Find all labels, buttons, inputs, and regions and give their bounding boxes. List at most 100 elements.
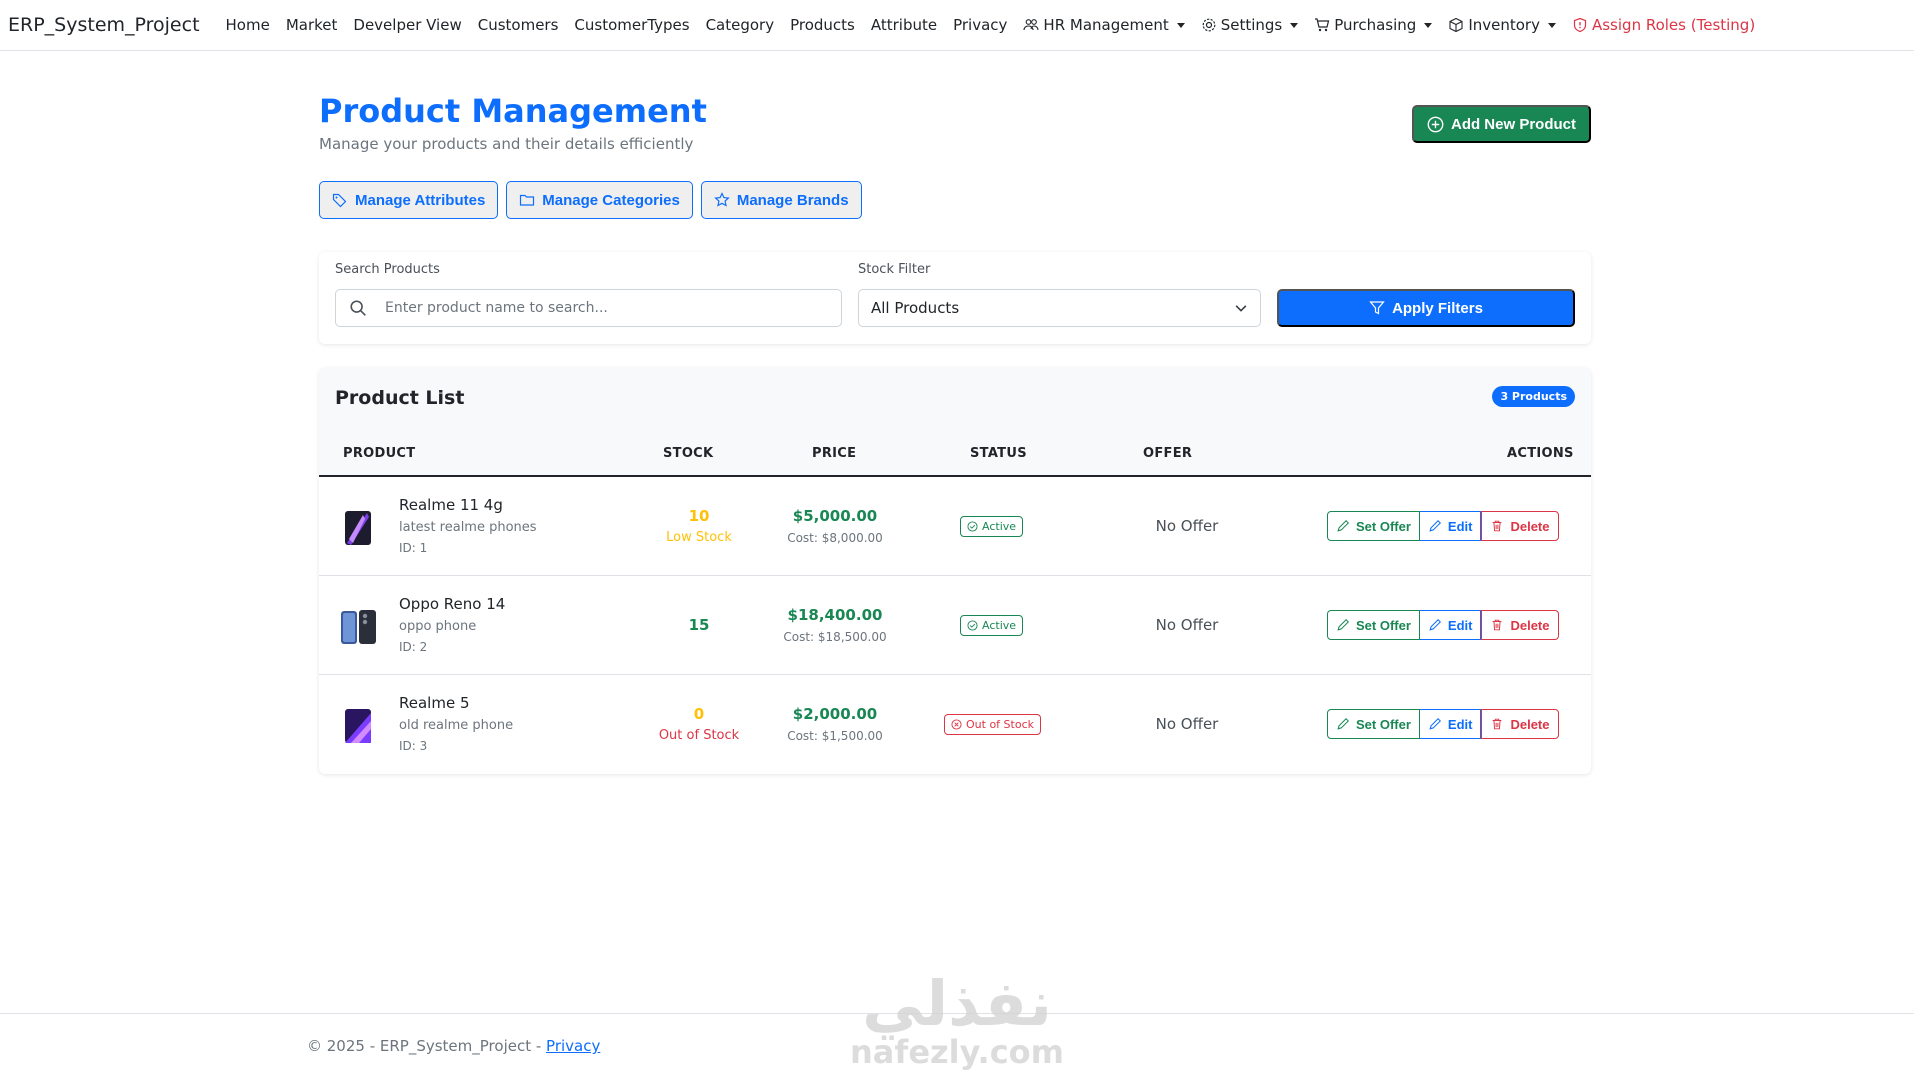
set-offer-button[interactable]: Set Offer: [1327, 709, 1420, 739]
nav-dropdown-hr-management[interactable]: HR Management: [1023, 16, 1185, 34]
manage-buttons-group: Manage Attributes Manage Categories Mana…: [319, 181, 862, 219]
nav-link-customer-types[interactable]: CustomerTypes: [574, 16, 689, 34]
pencil-icon: [1337, 520, 1349, 532]
status-label: Active: [982, 520, 1017, 533]
table-header: PRODUCT STOCK PRICE STATUS OFFER ACTIONS: [319, 430, 1591, 477]
manage-attributes-label: Manage Attributes: [355, 191, 486, 209]
stock-filter-label: Stock Filter: [858, 262, 931, 277]
nav-link-home[interactable]: Home: [226, 16, 270, 34]
column-header-offer: OFFER: [1143, 446, 1193, 461]
star-icon: [714, 192, 730, 207]
manage-attributes-button[interactable]: Manage Attributes: [319, 181, 499, 219]
delete-label: Delete: [1510, 518, 1550, 534]
delete-button[interactable]: Delete: [1481, 709, 1559, 739]
pencil-icon: [1337, 718, 1349, 730]
x-circle-icon: [951, 719, 962, 730]
top-navbar: ERP_System_Project Home Market Develper …: [0, 0, 1914, 51]
stock-filter-value: All Products: [871, 299, 960, 317]
nav-link-customers[interactable]: Customers: [478, 16, 559, 34]
product-thumbnail: [341, 610, 376, 644]
delete-label: Delete: [1510, 617, 1550, 633]
edit-button[interactable]: Edit: [1419, 511, 1482, 541]
folder-icon: [520, 194, 535, 206]
apply-filters-label: Apply Filters: [1392, 299, 1483, 317]
product-description: oppo phone: [399, 619, 477, 634]
apply-filters-button[interactable]: Apply Filters: [1277, 289, 1575, 327]
product-id: ID: 3: [399, 739, 428, 753]
column-header-product: PRODUCT: [343, 446, 416, 461]
product-name: Oppo Reno 14: [399, 595, 506, 613]
table-row: Realme 11 4g latest realme phones ID: 1 …: [319, 477, 1591, 576]
product-id: ID: 2: [399, 640, 428, 654]
page-subtitle: Manage your products and their details e…: [319, 135, 694, 153]
row-actions: Set Offer Edit Delete: [1327, 709, 1559, 739]
page-title: Product Management: [319, 92, 707, 130]
assign-roles-label: Assign Roles (Testing): [1591, 16, 1756, 34]
footer-copyright: © 2025 - ERP_System_Project -: [307, 1037, 547, 1055]
nav-link-market[interactable]: Market: [286, 16, 338, 34]
search-products-label: Search Products: [335, 262, 440, 277]
pencil-icon: [1429, 520, 1441, 532]
manage-categories-button[interactable]: Manage Categories: [506, 181, 693, 219]
price-value: $18,400.00: [787, 606, 883, 624]
offer-value: No Offer: [1155, 715, 1219, 733]
status-label: Out of Stock: [966, 718, 1034, 731]
footer-privacy-link[interactable]: Privacy: [546, 1037, 600, 1055]
row-actions: Set Offer Edit Delete: [1327, 511, 1559, 541]
search-input[interactable]: [385, 300, 785, 316]
edit-button[interactable]: Edit: [1419, 709, 1482, 739]
column-header-stock: STOCK: [663, 446, 714, 461]
search-field[interactable]: [335, 289, 842, 327]
stock-filter-select[interactable]: All Products: [858, 289, 1261, 327]
delete-label: Delete: [1510, 716, 1550, 732]
manage-brands-button[interactable]: Manage Brands: [700, 181, 862, 219]
table-row: Realme 5 old realme phone ID: 3 0 Out of…: [319, 675, 1591, 774]
nav-dropdown-settings[interactable]: Settings: [1201, 16, 1299, 34]
product-thumbnail: [345, 709, 371, 743]
caret-down-icon: [1547, 22, 1556, 28]
nav-link-assign-roles[interactable]: Assign Roles (Testing): [1572, 16, 1755, 34]
nav-link-attribute[interactable]: Attribute: [871, 16, 937, 34]
watermark-arabic-text: نفذلي: [862, 967, 1052, 1040]
nav-link-developer-view[interactable]: Develper View: [353, 16, 461, 34]
navbar-brand[interactable]: ERP_System_Project: [8, 14, 200, 36]
set-offer-label: Set Offer: [1356, 518, 1411, 534]
trash-icon: [1493, 520, 1502, 532]
nav-link-privacy[interactable]: Privacy: [953, 16, 1007, 34]
box-icon: [1449, 17, 1463, 33]
caret-down-icon: [1290, 22, 1299, 28]
status-badge: Active: [960, 615, 1024, 636]
check-circle-icon: [967, 521, 978, 532]
nav-link-category[interactable]: Category: [706, 16, 775, 34]
cost-value: Cost: $8,000.00: [787, 531, 883, 545]
edit-label: Edit: [1447, 716, 1473, 732]
manage-brands-label: Manage Brands: [736, 191, 849, 209]
stock-value: 15: [688, 616, 710, 634]
edit-button[interactable]: Edit: [1419, 610, 1482, 640]
delete-button[interactable]: Delete: [1481, 610, 1559, 640]
stock-value: 0: [693, 705, 705, 723]
nav-dropdown-purchasing[interactable]: Purchasing: [1314, 16, 1433, 34]
nav-link-products[interactable]: Products: [790, 16, 855, 34]
caret-down-icon: [1176, 22, 1185, 28]
set-offer-button[interactable]: Set Offer: [1327, 610, 1420, 640]
stock-note: Out of Stock: [658, 728, 740, 743]
cost-value: Cost: $1,500.00: [787, 729, 883, 743]
add-new-product-label: Add New Product: [1450, 115, 1576, 133]
funnel-icon: [1369, 301, 1385, 315]
delete-button[interactable]: Delete: [1481, 511, 1559, 541]
plus-circle-icon: [1427, 116, 1444, 132]
product-list-card: Product List 3 Products PRODUCT STOCK PR…: [319, 368, 1591, 774]
set-offer-button[interactable]: Set Offer: [1327, 511, 1420, 541]
edit-label: Edit: [1447, 518, 1473, 534]
product-description: old realme phone: [399, 718, 514, 733]
chevron-down-icon: [1235, 305, 1247, 312]
nav-dropdown-inventory[interactable]: Inventory: [1448, 16, 1556, 34]
add-new-product-button[interactable]: Add New Product: [1412, 105, 1591, 143]
table-row: Oppo Reno 14 oppo phone ID: 2 15 $18,400…: [319, 576, 1591, 675]
cost-value: Cost: $18,500.00: [783, 630, 887, 644]
price-value: $2,000.00: [792, 705, 878, 723]
row-actions: Set Offer Edit Delete: [1327, 610, 1559, 640]
tags-icon: [332, 193, 347, 208]
product-count-badge: 3 Products: [1492, 386, 1575, 407]
